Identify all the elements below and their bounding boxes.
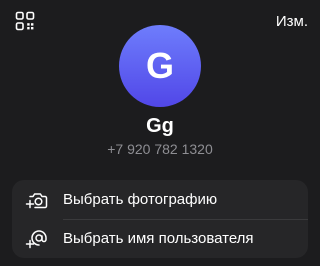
choose-username-label: Выбрать имя пользователя (63, 229, 254, 247)
qr-code-button[interactable] (13, 11, 37, 35)
avatar[interactable]: G (119, 25, 201, 107)
profile-name: Gg (146, 115, 174, 137)
choose-photo-button[interactable]: Выбрать фотографию (12, 180, 308, 219)
qr-code-icon (15, 11, 35, 36)
profile-actions-card: Выбрать фотографию Выбрать имя пользоват… (12, 180, 308, 258)
avatar-initial: G (145, 45, 174, 86)
profile-screen: Изм. G Gg +7 920 782 1320 Выбрать фотогр… (0, 0, 320, 266)
choose-username-button[interactable]: Выбрать имя пользователя (12, 219, 308, 258)
profile-phone: +7 920 782 1320 (107, 141, 213, 157)
edit-button[interactable]: Изм. (276, 12, 308, 32)
at-sign-add-icon (25, 227, 49, 251)
choose-photo-label: Выбрать фотографию (63, 190, 218, 208)
camera-add-icon (25, 188, 49, 212)
